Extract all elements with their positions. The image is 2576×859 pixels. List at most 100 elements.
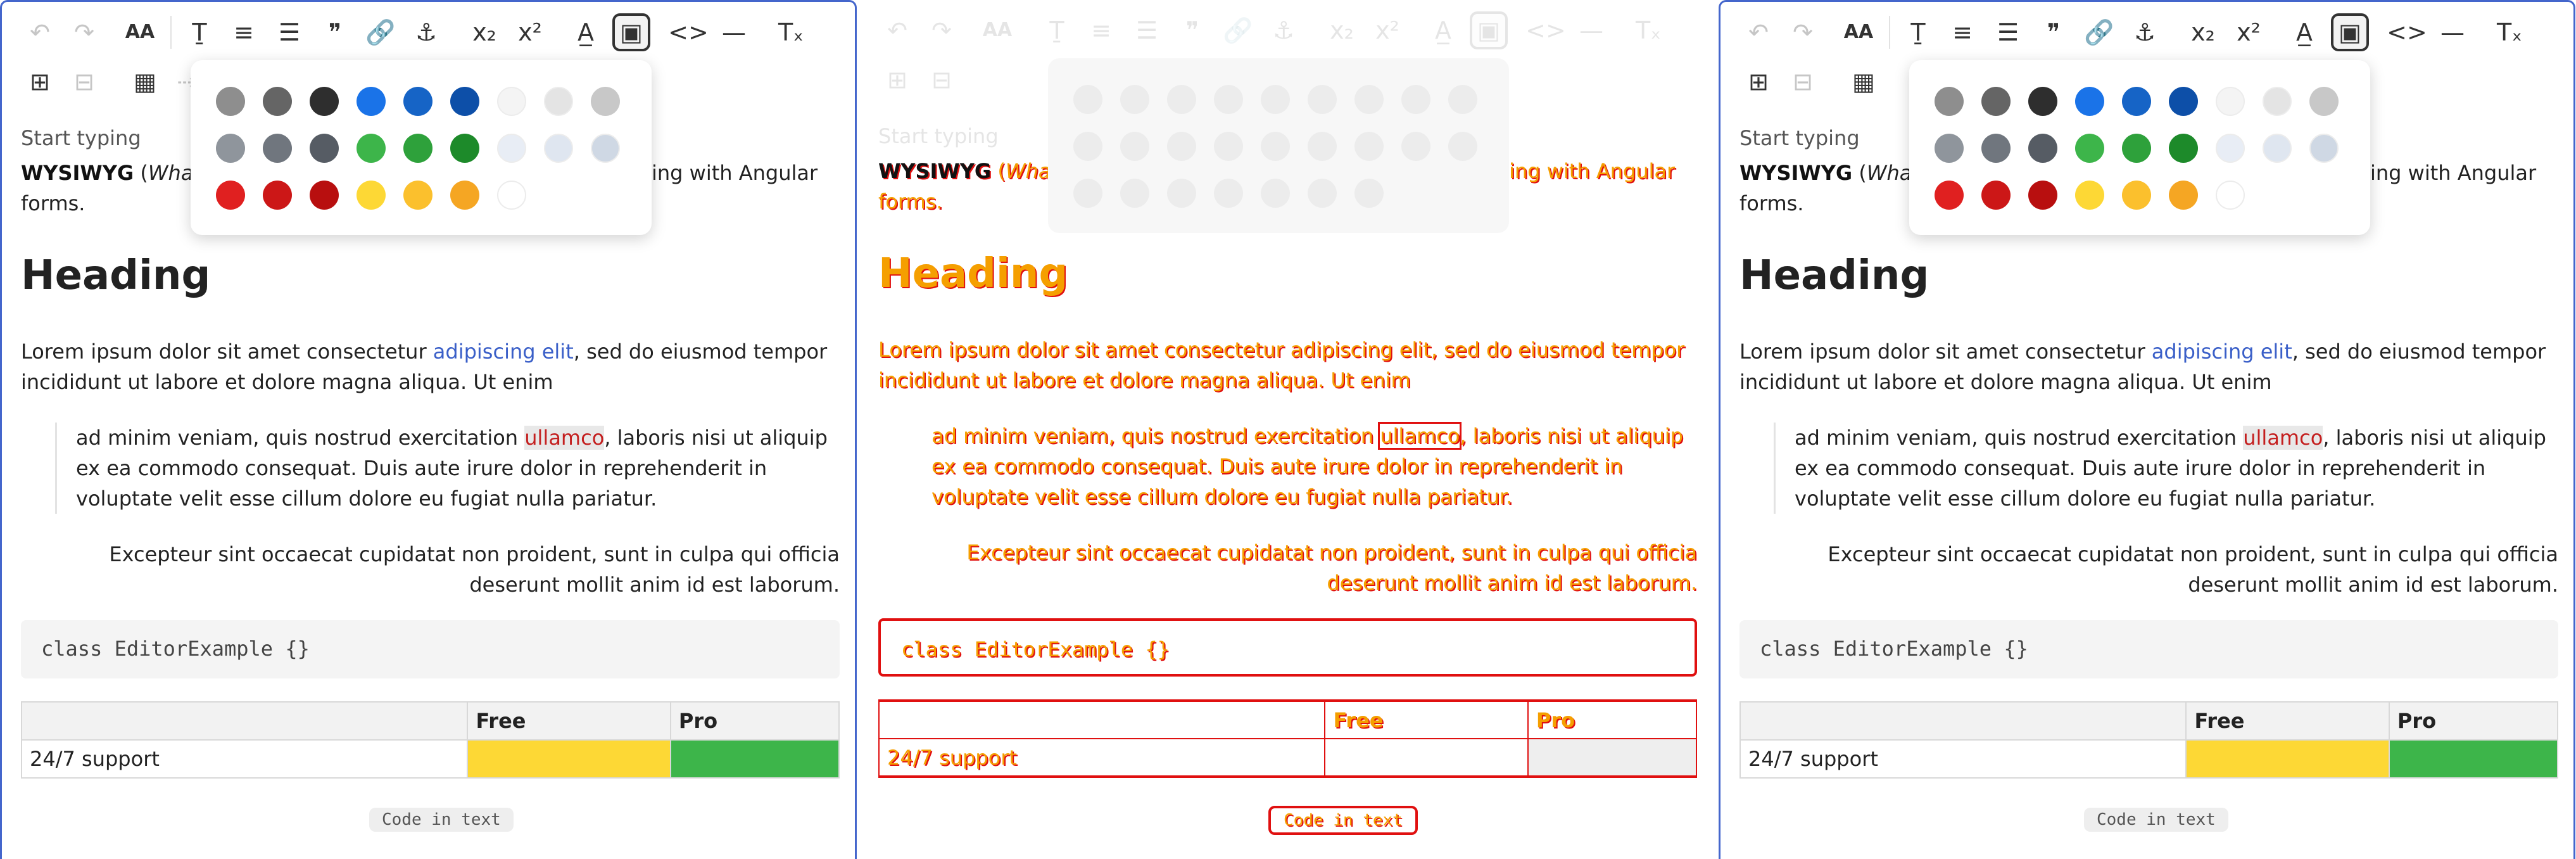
color-swatch[interactable] xyxy=(403,134,432,163)
color-swatch[interactable] xyxy=(2216,181,2245,210)
color-swatch[interactable] xyxy=(1935,134,1964,163)
color-swatch xyxy=(1167,85,1196,114)
color-swatch[interactable] xyxy=(1981,181,2011,210)
placeholder-text: Start typing xyxy=(21,126,141,150)
color-swatch[interactable] xyxy=(1981,134,2011,163)
placeholder-text: Start typing xyxy=(1739,126,1860,150)
color-swatch[interactable] xyxy=(310,134,339,163)
color-swatch[interactable] xyxy=(216,87,245,116)
color-swatch[interactable] xyxy=(2263,134,2292,163)
color-swatch[interactable] xyxy=(357,181,386,210)
color-swatch[interactable] xyxy=(1981,87,2011,116)
color-swatch[interactable] xyxy=(2028,134,2057,163)
color-swatch[interactable] xyxy=(497,87,526,116)
table-header-cell[interactable] xyxy=(1739,701,2187,741)
table-cell-yellow[interactable] xyxy=(2185,739,2390,779)
color-swatch xyxy=(1073,179,1102,208)
color-swatch[interactable] xyxy=(216,181,245,210)
table-cell-yellow[interactable] xyxy=(467,739,671,779)
color-swatch[interactable] xyxy=(403,181,432,210)
color-swatch xyxy=(1120,85,1149,114)
color-palette-ghost xyxy=(1048,58,1509,233)
color-swatch[interactable] xyxy=(2216,134,2245,163)
color-swatch[interactable] xyxy=(544,134,573,163)
color-swatch[interactable] xyxy=(2122,181,2151,210)
color-swatch xyxy=(1214,85,1243,114)
color-swatch[interactable] xyxy=(450,181,479,210)
table-header-cell: Pro xyxy=(1527,700,1698,739)
color-swatch[interactable] xyxy=(216,134,245,163)
color-swatch[interactable] xyxy=(497,134,526,163)
editor-table: Free Pro 24/7 support xyxy=(20,701,840,779)
color-swatch[interactable] xyxy=(357,134,386,163)
color-swatch[interactable] xyxy=(2309,134,2339,163)
color-palette-popup xyxy=(1909,60,2370,235)
blockquote: ad minim veniam, quis nostrud exercitati… xyxy=(1774,423,2573,514)
color-swatch[interactable] xyxy=(544,87,573,116)
color-swatch xyxy=(1308,179,1337,208)
color-swatch[interactable] xyxy=(1935,87,1964,116)
color-swatch xyxy=(1354,179,1384,208)
editor-table: Free Pro 24/7 support xyxy=(878,699,1698,778)
table-cell[interactable]: 24/7 support xyxy=(1739,739,2187,779)
color-swatch[interactable] xyxy=(2122,87,2151,116)
table-cell xyxy=(1527,738,1698,777)
inline-code: Code in text xyxy=(369,808,514,832)
table-header-cell[interactable] xyxy=(20,701,469,741)
color-swatch[interactable] xyxy=(2122,134,2151,163)
paragraph: Lorem ipsum dolor sit amet consectetur a… xyxy=(21,340,828,394)
editor-panel-diff: ↶ ↷ AA Ṯ ≡ ☰ ❞ 🔗 ⚓ x₂ x² A̲ ▣ <> — Tₓ ⊞ … xyxy=(859,0,1716,859)
color-swatch[interactable] xyxy=(2216,87,2245,116)
editor-table: Free Pro 24/7 support xyxy=(1739,701,2559,779)
color-swatch xyxy=(1354,85,1384,114)
table-cell[interactable]: 24/7 support xyxy=(20,739,469,779)
paragraph: Lorem ipsum dolor sit amet consectetur a… xyxy=(1739,340,2546,394)
heading: Heading xyxy=(21,252,211,299)
table-cell: 24/7 support xyxy=(878,738,1326,777)
highlighted-word: ullamco xyxy=(2243,426,2323,450)
color-swatch[interactable] xyxy=(2075,134,2104,163)
color-swatch[interactable] xyxy=(450,87,479,116)
color-swatch[interactable] xyxy=(310,181,339,210)
color-swatch[interactable] xyxy=(591,87,620,116)
color-swatch xyxy=(1214,179,1243,208)
color-swatch[interactable] xyxy=(2028,87,2057,116)
table-header-cell[interactable]: Pro xyxy=(2388,701,2559,741)
color-swatch[interactable] xyxy=(1935,181,1964,210)
table-header-cell xyxy=(878,700,1326,739)
color-swatch[interactable] xyxy=(497,181,526,210)
color-swatch[interactable] xyxy=(310,87,339,116)
highlighted-word: ullamco xyxy=(524,426,605,450)
editor-panel-right: ↶ ↷ AA Ṯ ≡ ☰ ❞ 🔗 ⚓ x₂ x² A̲ ▣ <> — Tₓ ⊞ … xyxy=(1719,0,2575,859)
color-swatch[interactable] xyxy=(2075,87,2104,116)
paragraph-link[interactable]: adipiscing elit xyxy=(433,340,574,364)
color-swatch[interactable] xyxy=(2075,181,2104,210)
table-header-cell[interactable]: Free xyxy=(467,701,671,741)
code-block: class EditorExample {} xyxy=(878,618,1697,677)
color-swatch[interactable] xyxy=(450,134,479,163)
color-swatch[interactable] xyxy=(263,181,292,210)
color-swatch[interactable] xyxy=(263,134,292,163)
color-swatch xyxy=(1167,179,1196,208)
color-swatch[interactable] xyxy=(2263,87,2292,116)
table-header-cell[interactable]: Free xyxy=(2185,701,2390,741)
color-swatch[interactable] xyxy=(2028,181,2057,210)
color-swatch xyxy=(1308,85,1337,114)
color-swatch[interactable] xyxy=(2169,134,2198,163)
color-swatch[interactable] xyxy=(263,87,292,116)
color-swatch xyxy=(1401,85,1430,114)
table-cell-green[interactable] xyxy=(2388,739,2559,779)
color-swatch[interactable] xyxy=(357,87,386,116)
table-cell-green[interactable] xyxy=(669,739,840,779)
color-swatch[interactable] xyxy=(591,134,620,163)
color-swatch[interactable] xyxy=(2309,87,2339,116)
color-swatch xyxy=(1167,132,1196,161)
table-header-cell[interactable]: Pro xyxy=(669,701,840,741)
inline-code: Code in text xyxy=(2084,808,2228,832)
paragraph-link[interactable]: adipiscing elit xyxy=(2152,340,2292,364)
color-swatch xyxy=(1448,85,1477,114)
blockquote: ad minim veniam, quis nostrud exercitati… xyxy=(931,422,1683,509)
color-swatch[interactable] xyxy=(403,87,432,116)
color-swatch[interactable] xyxy=(2169,181,2198,210)
color-swatch[interactable] xyxy=(2169,87,2198,116)
